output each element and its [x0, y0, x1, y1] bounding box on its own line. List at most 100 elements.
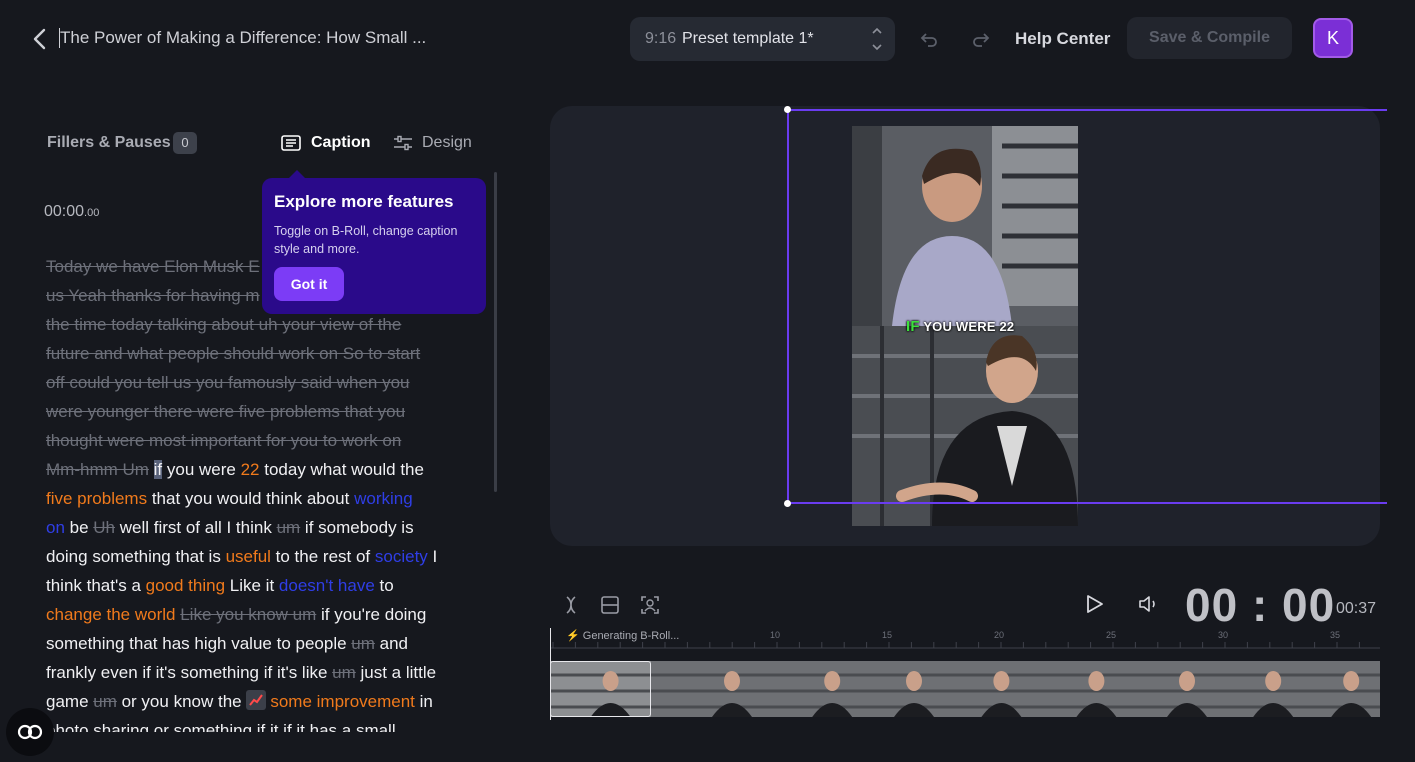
transcript-text[interactable]: you were: [162, 460, 240, 479]
transcript-line[interactable]: five problems that you would think about…: [46, 484, 476, 513]
keyword[interactable]: 22: [241, 460, 260, 479]
keyword[interactable]: society: [375, 547, 428, 566]
transcript-line[interactable]: were younger there were five problems th…: [46, 397, 476, 426]
up-down-chevron-icon: [871, 25, 883, 53]
keyword[interactable]: good thing: [146, 576, 225, 595]
fillers-pauses-toggle[interactable]: Fillers & Pauses: [47, 134, 171, 152]
selection-box[interactable]: [787, 109, 1387, 504]
transcript-line[interactable]: game um or you know the some improvement…: [46, 687, 476, 716]
transcript-text[interactable]: that you would think about: [147, 489, 354, 508]
transcript-text[interactable]: well first of all I think: [115, 518, 277, 537]
undo-icon[interactable]: [918, 28, 940, 50]
generating-label: Generating B-Roll...: [582, 630, 680, 642]
resize-handle[interactable]: [784, 106, 791, 113]
project-title[interactable]: The Power of Making a Difference: How Sm…: [60, 28, 426, 48]
layout-icon[interactable]: [599, 594, 621, 616]
chart-emoji-icon[interactable]: [246, 690, 267, 710]
transcript-editor[interactable]: Today we have Elon Musk E us Yeah thanks …: [46, 252, 476, 732]
face-track-icon[interactable]: [639, 594, 661, 616]
transcript-text[interactable]: Like it: [225, 576, 279, 595]
keyword[interactable]: useful: [226, 547, 271, 566]
transcript-line[interactable]: something that has high value to people …: [46, 629, 476, 658]
transcript-line[interactable]: Mm-hmm Um if you were 22 today what woul…: [46, 455, 476, 484]
transcript-text[interactable]: frankly even if it's something if it's l…: [46, 663, 332, 682]
transcript-text[interactable]: or you know the: [117, 692, 246, 711]
ruler-label: 15: [882, 630, 892, 640]
transcript-text[interactable]: if somebody is: [300, 518, 414, 537]
got-it-button[interactable]: Got it: [274, 267, 344, 301]
keyword[interactable]: some improvement: [270, 692, 415, 711]
removed-filler-word[interactable]: Mm-hmm Um: [46, 460, 149, 479]
redo-icon[interactable]: [970, 28, 992, 50]
transcript-text[interactable]: be: [65, 518, 93, 537]
removed-filler-word[interactable]: Like you know um: [180, 605, 316, 624]
transcript-line[interactable]: frankly even if it's something if it's l…: [46, 658, 476, 687]
removed-filler-word[interactable]: future and what people should work on So…: [46, 344, 420, 363]
transcript-text[interactable]: photo sharing or something if it if it h…: [46, 721, 396, 732]
removed-filler-word[interactable]: um: [277, 518, 301, 537]
filmstrip-frame: [948, 661, 1037, 717]
transcript-text[interactable]: today what would the: [260, 460, 424, 479]
volume-icon[interactable]: [1137, 593, 1159, 615]
filmstrip-frame: [1221, 661, 1308, 717]
removed-filler-word[interactable]: Today we have Elon Musk E: [46, 257, 260, 276]
selected-clip-frame[interactable]: [550, 661, 651, 717]
save-compile-button[interactable]: Save & Compile: [1127, 17, 1292, 59]
removed-filler-word[interactable]: thought were most important for you to w…: [46, 431, 401, 450]
closed-caption-icon[interactable]: [6, 708, 54, 756]
timeline-filmstrip[interactable]: [550, 661, 1380, 717]
playhead[interactable]: [550, 628, 551, 720]
removed-filler-word[interactable]: um: [332, 663, 356, 682]
removed-filler-word[interactable]: were younger there were five problems th…: [46, 402, 405, 421]
caption-icon[interactable]: [281, 135, 301, 151]
removed-filler-word[interactable]: us Yeah thanks for having m: [46, 286, 260, 305]
transcript-text[interactable]: just a little: [356, 663, 437, 682]
filmstrip-frame: [651, 661, 786, 717]
transcript-text[interactable]: in: [415, 692, 433, 711]
keyword[interactable]: doesn't have: [279, 576, 375, 595]
filmstrip-frame: [863, 661, 948, 717]
sliders-icon[interactable]: [393, 135, 413, 151]
transcript-text[interactable]: and: [375, 634, 408, 653]
play-icon[interactable]: [1083, 593, 1105, 615]
preset-template-select[interactable]: 9:16 Preset template 1*: [630, 17, 895, 61]
keyword[interactable]: five problems: [46, 489, 147, 508]
keyword[interactable]: working: [354, 489, 413, 508]
removed-filler-word[interactable]: off could you tell us you famously said …: [46, 373, 410, 392]
removed-filler-word[interactable]: Uh: [93, 518, 115, 537]
transcript-line[interactable]: future and what people should work on So…: [46, 339, 476, 368]
transcript-line[interactable]: doing something that is useful to the re…: [46, 542, 476, 571]
transcript-text[interactable]: [149, 460, 154, 479]
time-main: 00:00: [44, 203, 85, 220]
transcript-line[interactable]: think that's a good thing Like it doesn'…: [46, 571, 476, 600]
removed-filler-word[interactable]: um: [351, 634, 375, 653]
transcript-text[interactable]: doing something that is: [46, 547, 226, 566]
lightning-icon: ⚡: [566, 630, 580, 642]
removed-filler-word[interactable]: the time today talking about uh your vie…: [46, 315, 401, 334]
transcript-text[interactable]: I: [428, 547, 438, 566]
current-word[interactable]: if: [153, 460, 163, 479]
removed-filler-word[interactable]: um: [93, 692, 117, 711]
keyword[interactable]: on: [46, 518, 65, 537]
transcript-text[interactable]: to: [375, 576, 394, 595]
transcript-line[interactable]: photo sharing or something if it if it h…: [46, 716, 476, 732]
split-icon[interactable]: [560, 594, 582, 616]
transcript-line[interactable]: thought were most important for you to w…: [46, 426, 476, 455]
transcript-text[interactable]: if you're doing: [316, 605, 426, 624]
avatar[interactable]: K: [1313, 18, 1353, 58]
transcript-line[interactable]: change the world Like you know um if you…: [46, 600, 476, 629]
transcript-text[interactable]: something that has high value to people: [46, 634, 351, 653]
tab-caption[interactable]: Caption: [311, 134, 371, 152]
transcript-line[interactable]: the time today talking about uh your vie…: [46, 310, 476, 339]
transcript-text[interactable]: think that's a: [46, 576, 146, 595]
back-arrow-icon[interactable]: [28, 26, 52, 52]
transcript-text[interactable]: to the rest of: [271, 547, 375, 566]
tab-design[interactable]: Design: [422, 134, 472, 152]
help-center-link[interactable]: Help Center: [1015, 29, 1110, 49]
transcript-line[interactable]: off could you tell us you famously said …: [46, 368, 476, 397]
filmstrip-frame: [1136, 661, 1221, 717]
resize-handle[interactable]: [784, 500, 791, 507]
transcript-scrollbar[interactable]: [494, 172, 497, 492]
keyword[interactable]: change the world: [46, 605, 175, 624]
transcript-line[interactable]: on be Uh well first of all I think um if…: [46, 513, 476, 542]
